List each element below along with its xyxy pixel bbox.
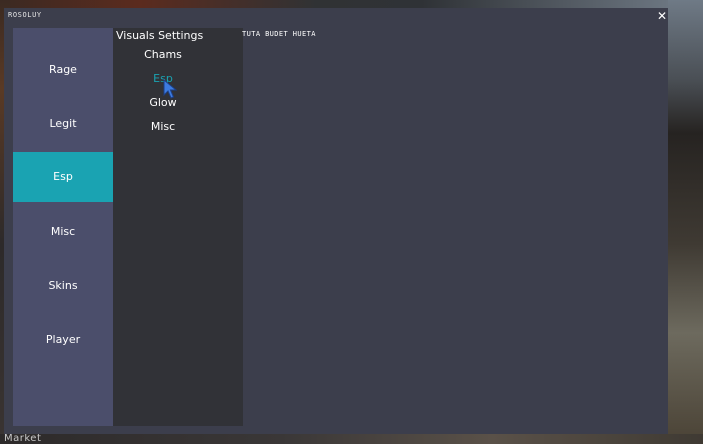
cheat-menu-window: ROSOLUY ✕ Rage Legit Esp Misc Skins Play… bbox=[4, 8, 668, 434]
subtab-misc[interactable]: Misc bbox=[113, 118, 213, 136]
background-market-text: Market bbox=[4, 433, 42, 444]
mouse-pointer-icon bbox=[163, 79, 177, 99]
subpanel-title: Visuals Settings bbox=[116, 29, 204, 42]
sidebar-item-legit[interactable]: Legit bbox=[13, 99, 113, 149]
background-bottom-strip bbox=[0, 434, 703, 444]
titlebar[interactable]: ROSOLUY ✕ bbox=[4, 8, 668, 26]
main-sidebar: Rage Legit Esp Misc Skins Player bbox=[13, 28, 113, 426]
sidebar-item-skins[interactable]: Skins bbox=[13, 261, 113, 311]
visuals-subpanel: Visuals Settings Chams Esp Glow Misc bbox=[113, 28, 243, 426]
sidebar-item-misc[interactable]: Misc bbox=[13, 207, 113, 257]
background-top-strip bbox=[0, 0, 703, 8]
window-title: ROSOLUY bbox=[8, 11, 42, 19]
sidebar-item-esp[interactable]: Esp bbox=[13, 152, 113, 202]
close-icon[interactable]: ✕ bbox=[656, 9, 668, 23]
content-placeholder-text: TUTA BUDET HUETA bbox=[242, 30, 316, 38]
background-right-edge bbox=[668, 0, 703, 444]
sidebar-item-player[interactable]: Player bbox=[13, 315, 113, 365]
sidebar-item-rage[interactable]: Rage bbox=[13, 45, 113, 95]
subtab-chams[interactable]: Chams bbox=[113, 46, 213, 64]
